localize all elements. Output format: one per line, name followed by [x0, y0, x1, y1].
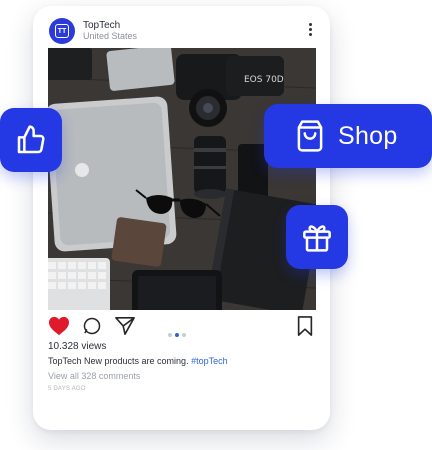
comment-icon[interactable] [82, 316, 102, 336]
carousel-indicator [168, 324, 189, 342]
more-vertical-icon[interactable] [305, 21, 315, 41]
carousel-dot[interactable] [182, 333, 186, 337]
carousel-dot[interactable] [168, 333, 172, 337]
post-actions [48, 316, 316, 338]
gift-button[interactable] [286, 205, 348, 269]
account-name[interactable]: TopTech [83, 20, 120, 31]
post-caption: TopTech New products are coming. #topTec… [48, 356, 228, 366]
caption-text: TopTech New products are coming. [48, 356, 189, 366]
view-count: 10.328 views [48, 341, 107, 352]
like-button[interactable] [0, 108, 62, 172]
post-header: TT TopTech United States [49, 18, 315, 46]
shop-button[interactable]: Shop [264, 104, 432, 168]
account-location[interactable]: United States [83, 31, 137, 41]
view-comments-link[interactable]: View all 328 comments [48, 371, 140, 381]
shop-label: Shop [338, 121, 398, 150]
send-icon[interactable] [114, 316, 136, 336]
hashtag-link[interactable]: #topTech [191, 356, 228, 366]
camera-badge: EOS 70D [244, 75, 284, 85]
bookmark-icon[interactable] [296, 316, 314, 336]
shopping-bag-icon [297, 120, 323, 152]
heart-icon[interactable] [48, 316, 70, 336]
thumbs-up-icon [17, 125, 45, 154]
post-timestamp: 5 DAYS AGO [48, 386, 86, 392]
post-photo[interactable]: EOS 70D [48, 48, 316, 310]
avatar-logo: TT [55, 24, 69, 38]
carousel-dot-active[interactable] [175, 333, 179, 337]
gift-icon [303, 225, 331, 252]
avatar[interactable]: TT [49, 18, 75, 44]
